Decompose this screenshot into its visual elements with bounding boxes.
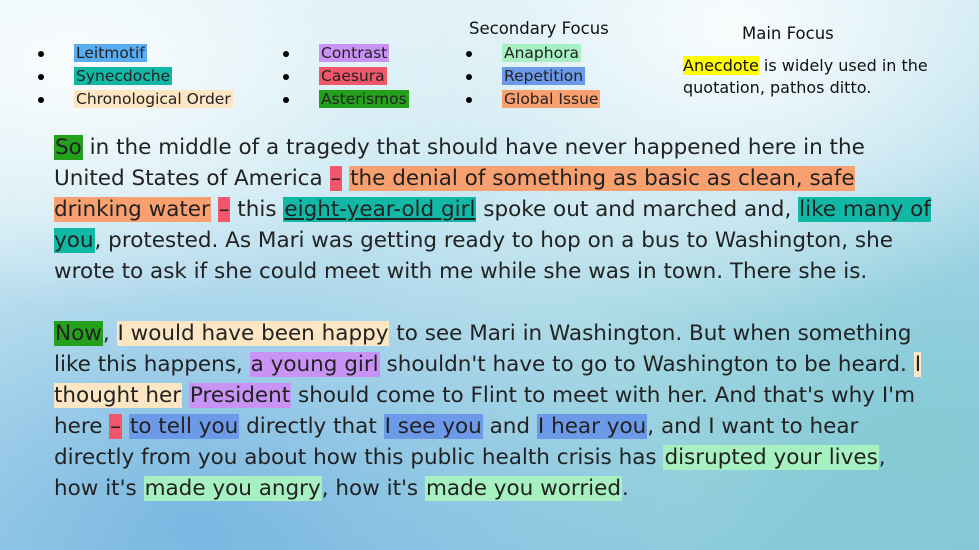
- legend-label: Chronological Order: [74, 90, 233, 108]
- highlight-repetition: I see you: [383, 414, 483, 439]
- bullet-icon: [283, 74, 289, 80]
- plain-text: [122, 414, 129, 439]
- highlight-anaphora: made you worried: [424, 476, 623, 501]
- highlight-caesura: –: [217, 197, 231, 222]
- bullet-icon: [283, 51, 289, 57]
- legend-column-2: Contrast Caesura Asterismos: [281, 42, 409, 111]
- legend-item: Anaphora: [464, 42, 600, 65]
- plain-text: , protested. As Mari was getting ready t…: [54, 228, 893, 284]
- legend-item: Contrast: [281, 42, 409, 65]
- legend-label: Leitmotif: [74, 44, 147, 62]
- bullet-icon: [466, 74, 472, 80]
- legend-label: Contrast: [319, 44, 390, 62]
- legend-column-1: Leitmotif Synecdoche Chronological Order: [36, 42, 233, 111]
- legend-column-3: Anaphora Repetition Global Issue: [464, 42, 601, 111]
- legend-item: Caesura: [281, 65, 409, 88]
- plain-text: [182, 383, 189, 408]
- highlight-repetition: to tell you: [128, 414, 240, 439]
- legend-item: Chronological Order: [36, 88, 233, 111]
- legend-item: Synecdoche: [36, 65, 233, 88]
- paragraph-1: So in the middle of a tragedy that shoul…: [54, 132, 934, 287]
- highlight-repetition: I hear you: [536, 414, 648, 439]
- legend-item: Asterismos: [281, 88, 409, 111]
- legend-item: Repetition: [464, 65, 600, 88]
- bullet-icon: [283, 97, 289, 103]
- highlight-synecdoche: eight-year-old girl: [283, 197, 477, 222]
- plain-text: this: [230, 197, 284, 222]
- plain-text: [211, 197, 218, 222]
- legend-item: Global Issue: [464, 88, 601, 111]
- highlight-anaphora: disrupted your lives: [663, 445, 879, 470]
- paragraph-2: Now, I would have been happy to see Mari…: [54, 318, 934, 504]
- anecdote-highlight: Anecdote: [683, 56, 759, 75]
- legend-label: Repetition: [502, 67, 586, 85]
- highlight-contrast: President: [188, 383, 292, 408]
- bullet-icon: [466, 97, 472, 103]
- bullet-icon: [38, 51, 44, 57]
- plain-text: spoke out and marched and,: [476, 197, 799, 222]
- legend-label: Asterismos: [319, 90, 409, 108]
- legend-label: Synecdoche: [74, 67, 173, 85]
- highlight-caesura: –: [329, 166, 343, 191]
- highlight-anaphora: made you angry: [143, 476, 322, 501]
- legend-label: Caesura: [319, 67, 387, 85]
- plain-text: directly that: [239, 414, 384, 439]
- highlight-asterismos: Now: [54, 321, 103, 346]
- plain-text: .: [622, 476, 629, 501]
- legend-label: Global Issue: [502, 90, 601, 108]
- legend-label: Anaphora: [502, 44, 581, 62]
- main-focus-note: Anecdote is widely used in the quotation…: [683, 55, 953, 99]
- main-focus-heading: Main Focus: [742, 24, 834, 43]
- bullet-icon: [466, 51, 472, 57]
- plain-text: and: [482, 414, 537, 439]
- plain-text: shouldn't have to go to Washington to be…: [379, 352, 914, 377]
- bullet-icon: [38, 97, 44, 103]
- plain-text: ,: [102, 321, 117, 346]
- highlight-asterismos: So: [54, 135, 83, 160]
- highlight-caesura: –: [109, 414, 123, 439]
- secondary-focus-heading: Secondary Focus: [469, 19, 609, 38]
- bullet-icon: [38, 74, 44, 80]
- highlight-chronological-order: I would have been happy: [116, 321, 390, 346]
- legend-item: Leitmotif: [36, 42, 233, 65]
- highlight-contrast: a young girl: [249, 352, 380, 377]
- plain-text: , how it's: [321, 476, 425, 501]
